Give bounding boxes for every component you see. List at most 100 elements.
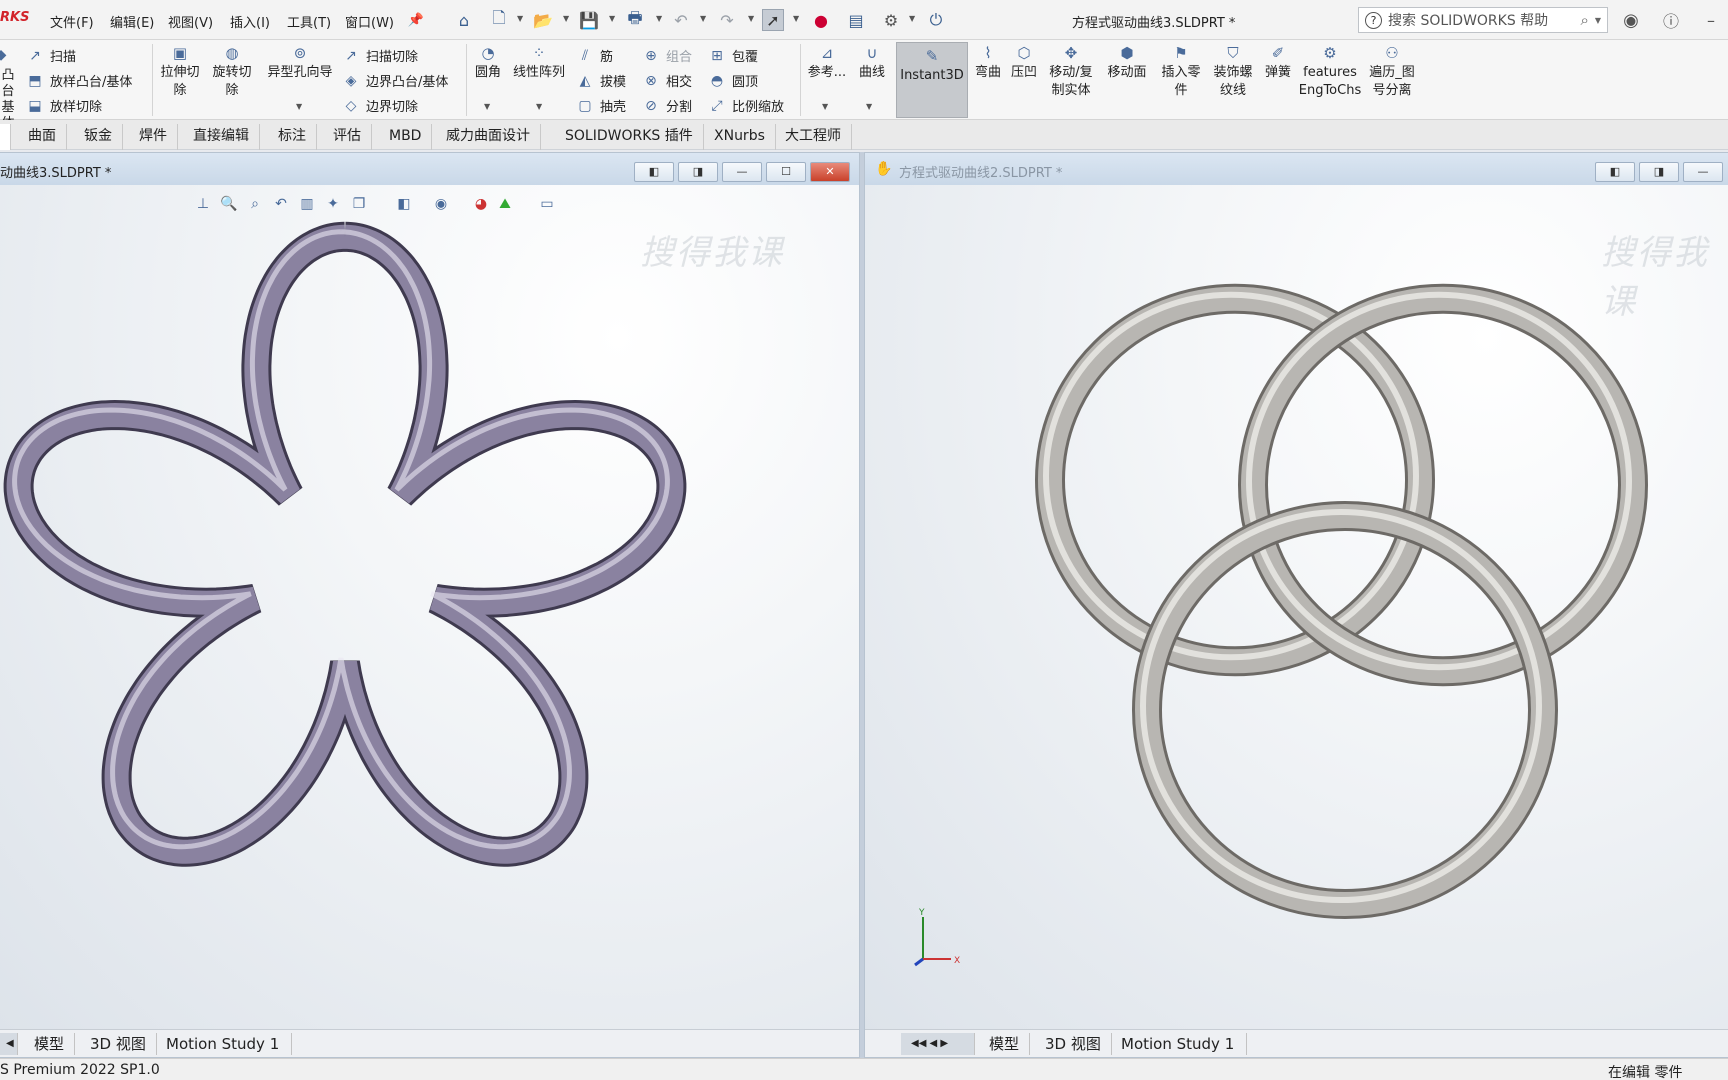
- tab-sheet-metal[interactable]: 钣金: [74, 124, 123, 150]
- gear-icon[interactable]: ⚙: [880, 9, 902, 31]
- help-circle-icon[interactable]: ⓘ: [1660, 9, 1682, 31]
- chevron-down-icon[interactable]: ▼: [748, 14, 754, 23]
- scroll-left-icon[interactable]: ◀: [0, 1033, 18, 1055]
- ribbon-item-partial[interactable]: ◆: [0, 46, 16, 64]
- ribbon-boundary-boss[interactable]: ◈ 边界凸台/基体: [342, 71, 449, 91]
- pin-icon[interactable]: 📌: [405, 9, 427, 31]
- minimize-app-icon[interactable]: –: [1700, 9, 1722, 31]
- three-ring-knot-model[interactable]: [865, 185, 1728, 1031]
- power-icon[interactable]: ⏻: [925, 9, 947, 31]
- search-icon[interactable]: ⌕: [1580, 11, 1588, 29]
- tab-evaluate[interactable]: 评估: [323, 124, 372, 150]
- ribbon-insert-part[interactable]: ⚑ 插入零件: [1156, 44, 1206, 100]
- ribbon-wrap[interactable]: ⊞ 包覆: [708, 46, 758, 66]
- tab-mbd[interactable]: MBD: [379, 124, 433, 150]
- save-icon[interactable]: 💾: [578, 9, 600, 31]
- menu-window[interactable]: 窗口(W): [345, 12, 394, 31]
- ribbon-revolve-cut[interactable]: ◍ 旋转切除: [210, 44, 254, 100]
- chevron-down-icon[interactable]: ▼: [517, 14, 523, 23]
- home-icon[interactable]: ⌂: [453, 9, 475, 31]
- ribbon-features-engtochs[interactable]: ⚙ features EngToChs: [1298, 44, 1362, 100]
- ribbon-swept-cut[interactable]: ↗ 扫描切除: [342, 46, 418, 66]
- file-properties-icon[interactable]: ▤: [845, 9, 867, 31]
- ribbon-flex[interactable]: ⌇ 弯曲: [970, 44, 1006, 82]
- chevron-down-icon[interactable]: ▼: [822, 102, 828, 111]
- chevron-down-icon[interactable]: ▼: [1595, 16, 1601, 25]
- ribbon-extrude-cut[interactable]: ▣ 拉伸切除: [158, 44, 202, 100]
- tab-surfaces[interactable]: 曲面: [18, 124, 67, 150]
- chevron-down-icon[interactable]: ▼: [296, 102, 302, 111]
- ribbon-move-copy-body[interactable]: ✥ 移动/复 制实体: [1044, 44, 1098, 100]
- chevron-down-icon[interactable]: ▼: [866, 102, 872, 111]
- ribbon-loft-boss[interactable]: ⬒ 放样凸台/基体: [26, 71, 132, 91]
- tab-engineer[interactable]: 大工程师: [775, 124, 852, 150]
- ribbon-indent[interactable]: ⬡ 压凹: [1006, 44, 1042, 82]
- ribbon-combine[interactable]: ⊕ 组合: [642, 46, 692, 66]
- new-file-icon[interactable]: 🗋: [488, 8, 510, 31]
- print-icon[interactable]: 🖶: [624, 8, 646, 31]
- ribbon-cosmetic-thread[interactable]: ⛉ 装饰螺 纹线: [1208, 44, 1258, 100]
- tile-left-button[interactable]: ◧: [634, 162, 674, 182]
- select-pointer-icon[interactable]: ➚: [762, 9, 784, 31]
- ribbon-loft-cut[interactable]: ⬓ 放样切除: [26, 96, 102, 116]
- user-account-icon[interactable]: ◉: [1620, 9, 1642, 31]
- ribbon-boundary-cut[interactable]: ◇ 边界切除: [342, 96, 418, 116]
- help-search-box[interactable]: ? 搜索 SOLIDWORKS 帮助 ⌕ ▼: [1358, 7, 1608, 33]
- chevron-down-icon[interactable]: ▼: [793, 14, 799, 23]
- ribbon-scale[interactable]: ⤢ 比例缩放: [708, 96, 784, 116]
- tab-features[interactable]: [0, 124, 11, 150]
- tab-solidworks-addins[interactable]: SOLIDWORKS 插件: [555, 124, 704, 150]
- graphics-area-right[interactable]: 搜得我课 Y X: [865, 185, 1728, 1031]
- tab-3d-views[interactable]: 3D 视图: [80, 1033, 157, 1055]
- chevron-down-icon[interactable]: ▼: [609, 14, 615, 23]
- chevron-down-icon[interactable]: ▼: [484, 102, 490, 111]
- menu-file[interactable]: 文件(F): [50, 12, 94, 31]
- tab-markup[interactable]: 标注: [268, 124, 317, 150]
- tile-right-button[interactable]: ◨: [678, 162, 718, 182]
- ribbon-curves[interactable]: ∪ 曲线: [854, 44, 890, 82]
- ribbon-rib[interactable]: ⫽ 筋: [576, 46, 613, 66]
- chevron-down-icon[interactable]: ▼: [563, 14, 569, 23]
- ribbon-shell[interactable]: ▢ 抽壳: [576, 96, 626, 116]
- ribbon-reference-geometry[interactable]: ⊿ 参考...: [804, 44, 850, 82]
- menu-view[interactable]: 视图(V): [168, 12, 213, 31]
- tab-motion-study[interactable]: Motion Study 1: [1111, 1033, 1247, 1055]
- ribbon-intersect[interactable]: ⊗ 相交: [642, 71, 692, 91]
- ribbon-traverse-number-split[interactable]: ⚇ 遍历_图 号分离: [1364, 44, 1420, 100]
- ribbon-sweep[interactable]: ↗ 扫描: [26, 46, 76, 66]
- ribbon-move-face[interactable]: ⬢ 移动面: [1102, 44, 1152, 82]
- tab-model[interactable]: 模型: [979, 1033, 1031, 1055]
- scroll-arrows-icon[interactable]: ◀◀ ◀ ▶ ▶▶: [901, 1033, 975, 1071]
- ribbon-dome[interactable]: ◓ 圆顶: [708, 71, 758, 91]
- traffic-light-icon[interactable]: ●: [810, 9, 832, 31]
- graphics-area-left[interactable]: ⊥ 🔍 ⌕ ↶ ▥ ✦ ❐ ◧ ◉ ◕ ⛰ ▭ 搜得我课: [0, 185, 859, 1031]
- tab-weldments[interactable]: 焊件: [129, 124, 178, 150]
- ribbon-hole-wizard[interactable]: ⊚ 异型孔向导: [262, 44, 338, 82]
- ribbon-instant3d[interactable]: ✎ Instant3D: [896, 42, 968, 118]
- chevron-down-icon[interactable]: ▼: [700, 14, 706, 23]
- ribbon-fillet[interactable]: ◔ 圆角: [470, 44, 506, 82]
- chevron-down-icon[interactable]: ▼: [656, 14, 662, 23]
- tab-xnurbs[interactable]: XNurbs: [704, 124, 776, 150]
- maximize-button[interactable]: ☐: [766, 162, 806, 182]
- menu-tools[interactable]: 工具(T): [287, 12, 331, 31]
- open-file-icon[interactable]: 📂: [532, 9, 554, 31]
- chevron-down-icon[interactable]: ▼: [909, 14, 915, 23]
- redo-icon[interactable]: ↷: [716, 9, 738, 31]
- tab-power-surfacing[interactable]: 威力曲面设计: [436, 124, 541, 150]
- ribbon-split[interactable]: ⊘ 分割: [642, 96, 692, 116]
- menu-insert[interactable]: 插入(I): [230, 12, 270, 31]
- menu-edit[interactable]: 编辑(E): [110, 12, 154, 31]
- minimize-button[interactable]: —: [1683, 162, 1723, 182]
- five-petal-knot-model[interactable]: [0, 185, 860, 1031]
- tile-right-button[interactable]: ◨: [1639, 162, 1679, 182]
- ribbon-linear-pattern[interactable]: ⁘ 线性阵列: [508, 44, 570, 82]
- tab-direct-editing[interactable]: 直接编辑: [183, 124, 260, 150]
- tab-model[interactable]: 模型: [24, 1033, 76, 1055]
- tab-motion-study[interactable]: Motion Study 1: [156, 1033, 292, 1055]
- minimize-button[interactable]: —: [722, 162, 762, 182]
- tab-3d-views[interactable]: 3D 视图: [1035, 1033, 1112, 1055]
- chevron-down-icon[interactable]: ▼: [536, 102, 542, 111]
- close-button[interactable]: ✕: [810, 162, 850, 182]
- undo-icon[interactable]: ↶: [670, 9, 692, 31]
